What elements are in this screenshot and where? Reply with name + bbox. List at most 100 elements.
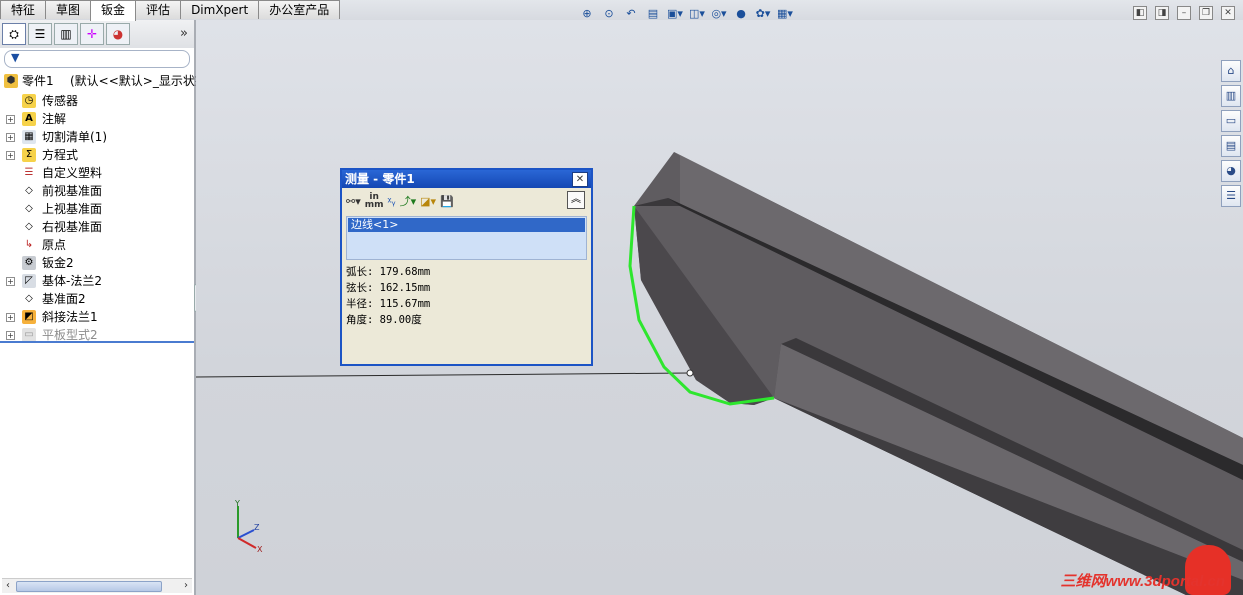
tree-item-annotations[interactable]: + A 注解: [0, 110, 194, 128]
plane-icon: ◇: [25, 293, 33, 304]
feature-manager-tab-icon[interactable]: ⛭: [2, 23, 26, 45]
tree-root-config: (默认<<默认>_显示状态: [70, 74, 207, 88]
library-icon[interactable]: ▥: [1221, 85, 1241, 107]
tree-item-label: 方程式: [42, 148, 79, 162]
point-to-point-icon[interactable]: ⤴▾: [400, 192, 417, 210]
cutlist-icon: ▦: [22, 130, 36, 144]
triad-x-label: X: [257, 545, 263, 554]
scroll-left-icon[interactable]: ‹: [2, 579, 14, 593]
restore-icon[interactable]: ❐: [1199, 6, 1213, 20]
tile-left-icon[interactable]: ◧: [1133, 6, 1147, 20]
tree-item-label: 上视基准面: [42, 202, 103, 216]
scrollbar-thumb[interactable]: [16, 581, 162, 592]
tree-root-label: 零件1: [22, 74, 54, 88]
selection-list[interactable]: 边线<1>: [346, 216, 587, 260]
feature-manager-panel: ⛭ ☰ ▥ ✛ ◕ » ▼ ⬢ 零件1 (默认<<默认>_显示状态 ◷ 传感器 …: [0, 20, 207, 595]
show-xyz-icon[interactable]: ᵡᵧ: [388, 192, 396, 210]
expand-icon[interactable]: +: [6, 313, 15, 322]
tab-dimxpert[interactable]: DimXpert: [180, 0, 260, 19]
tree-item-right-plane[interactable]: ◇ 右视基准面: [0, 218, 194, 236]
tree-item-label: 自定义塑料: [42, 166, 103, 180]
selected-entity[interactable]: 边线<1>: [348, 218, 585, 232]
units-precision-icon[interactable]: in mm: [365, 192, 384, 210]
equation-icon: Σ: [22, 148, 36, 162]
tree-item-label: 原点: [42, 238, 67, 252]
projection-icon[interactable]: ◪▾: [420, 192, 436, 210]
save-icon[interactable]: 💾: [440, 192, 454, 210]
unit-bottom-label: mm: [364, 200, 384, 210]
configuration-manager-tab-icon[interactable]: ▥: [54, 23, 78, 45]
base-flange-icon: ◸: [22, 274, 36, 288]
measure-results: 弧长: 179.68mm 弦长: 162.15mm 半径: 115.67mm 角…: [342, 260, 591, 328]
tree-item-sensors[interactable]: ◷ 传感器: [0, 92, 194, 110]
tab-evaluate[interactable]: 评估: [135, 0, 182, 19]
custom-properties-icon[interactable]: ☰: [1221, 185, 1241, 207]
radius-value: 半径: 115.67mm: [346, 298, 431, 310]
rollback-bar[interactable]: [0, 341, 194, 343]
tree-item-origin[interactable]: ↳ 原点: [0, 236, 194, 254]
tree-item-equations[interactable]: + Σ 方程式: [0, 146, 194, 164]
home-icon[interactable]: ⌂: [1221, 60, 1241, 82]
appearances-icon[interactable]: ◕: [1221, 160, 1241, 182]
tree-item-label: 斜接法兰1: [42, 310, 98, 324]
plane-icon: ◇: [25, 185, 33, 196]
close-icon[interactable]: ✕: [1221, 6, 1235, 20]
minimize-icon[interactable]: –: [1177, 6, 1191, 20]
tree-item-cutlist[interactable]: + ▦ 切割清单(1): [0, 128, 194, 146]
chevron-right-icon[interactable]: »: [180, 26, 188, 41]
expand-icon[interactable]: +: [6, 115, 15, 124]
tree-filter-input[interactable]: ▼: [4, 50, 190, 68]
display-manager-tab-icon[interactable]: ◕: [106, 23, 130, 45]
horizontal-scrollbar[interactable]: ‹ ›: [2, 578, 192, 593]
sensor-icon: ◷: [22, 94, 36, 108]
tab-sheet-metal[interactable]: 钣金: [90, 0, 137, 21]
expand-icon[interactable]: +: [6, 277, 15, 286]
tree-item-label: 基准面2: [42, 292, 86, 306]
part-icon: ⬢: [4, 74, 18, 88]
miter-flange-icon: ◩: [22, 310, 36, 324]
collapse-icon[interactable]: ︽: [567, 191, 585, 209]
measure-leader-line: [196, 372, 690, 378]
view-palette-icon[interactable]: ▤: [1221, 135, 1241, 157]
tab-sketch[interactable]: 草图: [45, 0, 92, 19]
chord-length-value: 弦长: 162.15mm: [346, 282, 431, 294]
panel-tabs: ⛭ ☰ ▥ ✛ ◕ »: [0, 20, 194, 48]
plane-icon: ◇: [25, 203, 33, 214]
task-pane-tabs: ⌂ ▥ ▭ ▤ ◕ ☰: [1221, 60, 1241, 207]
tree-item-label: 注解: [42, 112, 67, 126]
tab-office-products[interactable]: 办公室产品: [258, 0, 341, 19]
measure-dialog: 测量 - 零件1 ✕ ⚯▾ in mm ᵡᵧ ⤴▾ ◪▾ 💾 ︽ 边线<1> 弧…: [340, 168, 593, 366]
scroll-right-icon[interactable]: ›: [180, 579, 192, 593]
reference-triad: Y Z X: [234, 499, 263, 554]
tree-item-plane2[interactable]: ◇ 基准面2: [0, 290, 194, 308]
tab-features[interactable]: 特征: [0, 0, 47, 19]
dimxpert-manager-tab-icon[interactable]: ✛: [80, 23, 104, 45]
folder-icon[interactable]: ▭: [1221, 110, 1241, 132]
dialog-title-text: 测量 - 零件1: [345, 172, 415, 186]
arc-circle-measurements-icon[interactable]: ⚯▾: [346, 192, 361, 210]
window-controls: ◧ ◨ – ❐ ✕: [1133, 6, 1235, 20]
tree-root-part[interactable]: ⬢ 零件1 (默认<<默认>_显示状态: [0, 72, 207, 92]
tree-item-miter-flange[interactable]: + ◩ 斜接法兰1: [0, 308, 194, 326]
expand-icon[interactable]: +: [6, 133, 15, 142]
tree-item-base-flange[interactable]: + ◸ 基体-法兰2: [0, 272, 194, 290]
triad-y-label: Y: [234, 499, 240, 508]
expand-icon[interactable]: +: [6, 331, 15, 340]
tree-item-label: 切割清单(1): [42, 130, 107, 144]
tree-item-top-plane[interactable]: ◇ 上视基准面: [0, 200, 194, 218]
tree-item-front-plane[interactable]: ◇ 前视基准面: [0, 182, 194, 200]
angle-value: 角度: 89.00度: [346, 314, 422, 326]
measure-toolbar: ⚯▾ in mm ᵡᵧ ⤴▾ ◪▾ 💾 ︽: [342, 188, 591, 214]
tile-right-icon[interactable]: ◨: [1155, 6, 1169, 20]
watermark-text: 三维网www.3dportal.cn: [1060, 573, 1225, 590]
sheetmetal-icon: ⚙: [22, 256, 36, 270]
property-manager-tab-icon[interactable]: ☰: [28, 23, 52, 45]
tree-item-material[interactable]: ☰ 自定义塑料: [0, 164, 194, 182]
expand-icon[interactable]: +: [6, 151, 15, 160]
close-icon[interactable]: ✕: [572, 172, 588, 187]
filter-icon: ▼: [11, 51, 20, 64]
annotation-icon: A: [22, 112, 36, 126]
tree-item-label: 右视基准面: [42, 220, 103, 234]
tree-item-sheet-metal[interactable]: ⚙ 钣金2: [0, 254, 194, 272]
arc-length-value: 弧长: 179.68mm: [346, 266, 431, 278]
